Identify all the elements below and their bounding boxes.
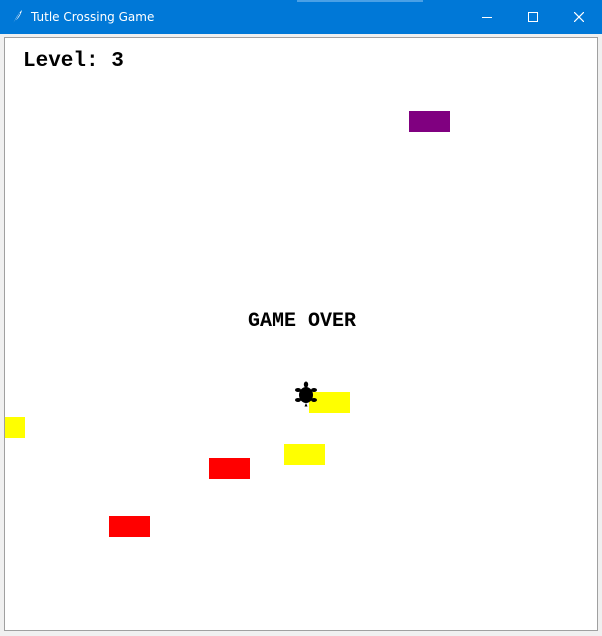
car-red (109, 516, 150, 537)
turtle-icon (295, 381, 317, 407)
maximize-button[interactable] (510, 0, 556, 34)
minimize-button[interactable] (464, 0, 510, 34)
close-button[interactable] (556, 0, 602, 34)
game-over-label: GAME OVER (247, 310, 357, 333)
car-purple (409, 111, 450, 132)
level-label: Level: 3 (23, 50, 124, 73)
title-bar-accent (297, 0, 423, 2)
feather-icon (10, 9, 24, 25)
game-canvas[interactable]: Level: 3 GAME OVER (4, 37, 598, 631)
car-yellow (284, 444, 325, 465)
maximize-icon (528, 12, 538, 22)
window-title: Tutle Crossing Game (31, 10, 155, 24)
minimize-icon (482, 17, 492, 18)
car-yellow (5, 417, 25, 438)
title-bar[interactable]: Tutle Crossing Game (0, 0, 602, 34)
close-icon (574, 12, 584, 22)
car-red (209, 458, 250, 479)
